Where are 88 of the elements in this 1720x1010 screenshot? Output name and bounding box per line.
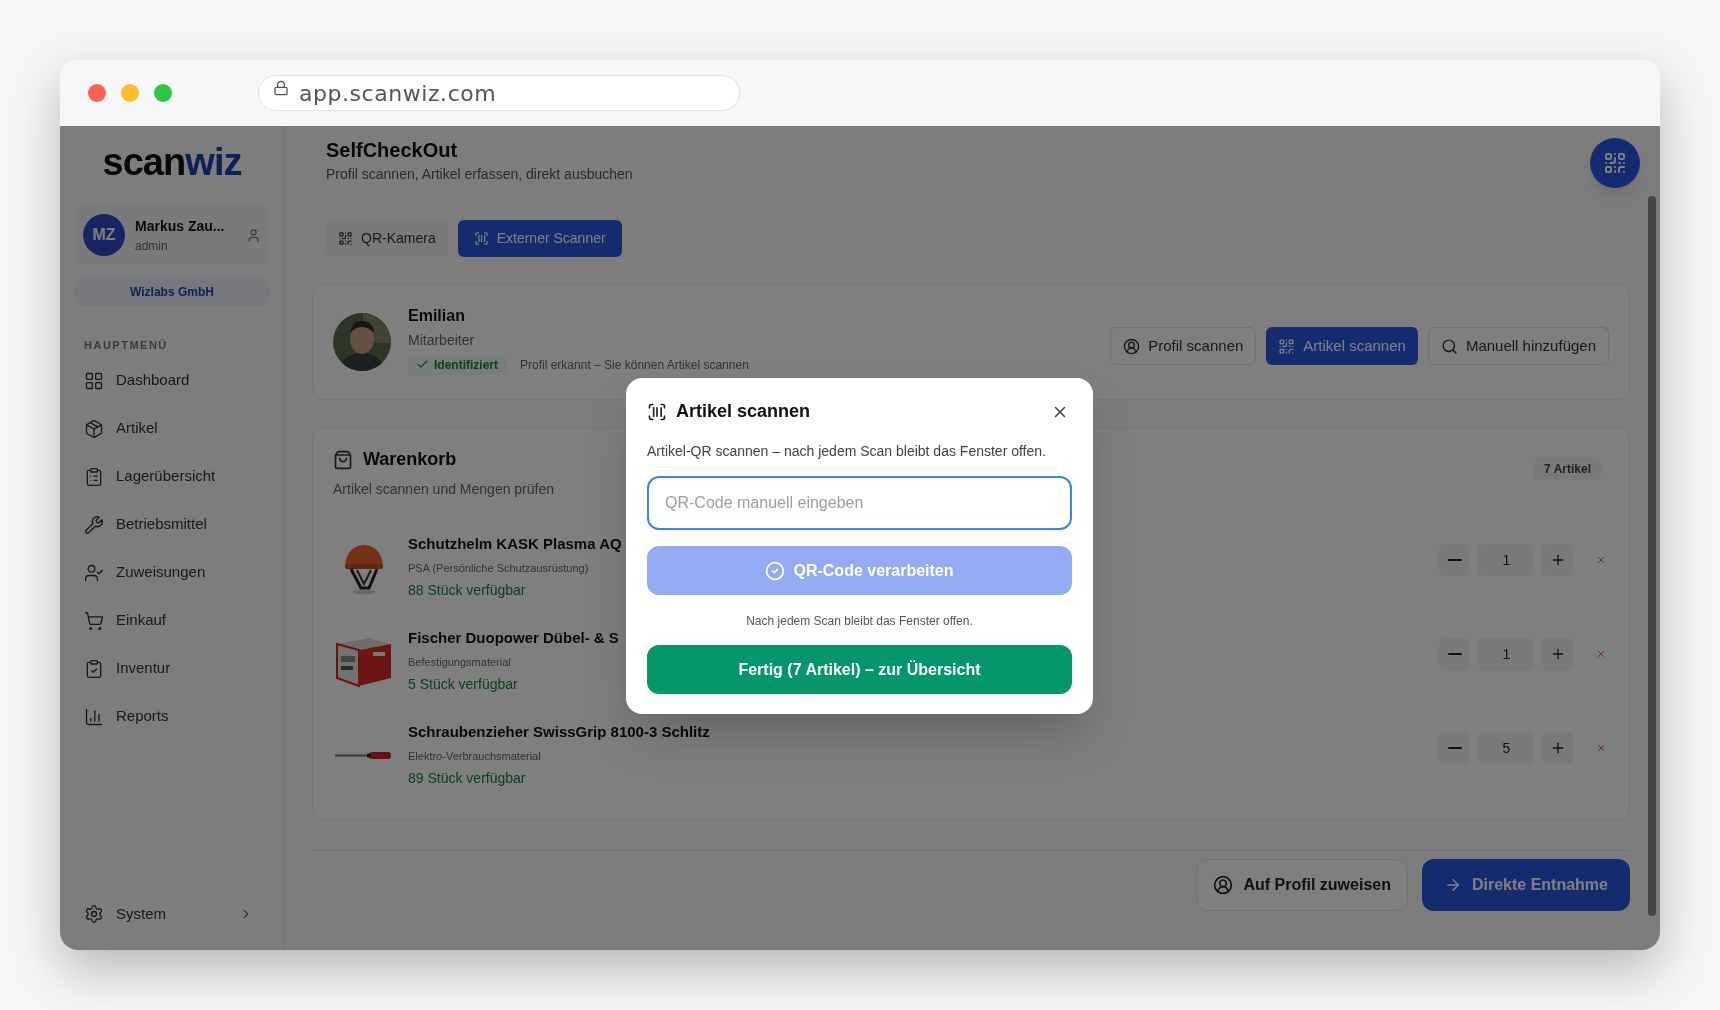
profile-action-button[interactable]: Profil scannen bbox=[1110, 327, 1257, 365]
increase-button[interactable] bbox=[1542, 544, 1574, 576]
lock-icon bbox=[273, 80, 289, 96]
cart-subtitle: Artikel scannen und Mengen prüfen bbox=[333, 480, 555, 499]
item-category: Befestigungsmaterial bbox=[408, 654, 511, 670]
nav-item[interactable]: Dashboard bbox=[75, 356, 269, 405]
url-text: app.scanwiz.com bbox=[299, 79, 497, 108]
assign-profile-button[interactable]: Auf Profil zuweisen bbox=[1196, 859, 1408, 911]
profile-role: Mitarbeiter bbox=[408, 330, 476, 350]
nav-item[interactable]: Artikel bbox=[75, 404, 269, 453]
system-menu-item[interactable]: System bbox=[75, 894, 269, 934]
increase-button[interactable] bbox=[1542, 638, 1574, 670]
page-subtitle: Profil scannen, Artikel erfassen, direkt ausbuchen bbox=[326, 165, 633, 184]
check-icon bbox=[416, 358, 429, 371]
increase-button[interactable] bbox=[1542, 732, 1574, 764]
item-availability: 89 Stück verfügbar bbox=[408, 769, 526, 788]
mode-tab[interactable]: Externer Scanner bbox=[457, 220, 622, 257]
box-icon bbox=[84, 418, 104, 439]
decrease-button[interactable] bbox=[1439, 544, 1471, 576]
organization-badge: Wizlabs GmbH bbox=[75, 277, 269, 306]
user-name: Markus Zau... bbox=[135, 216, 226, 236]
scan-icon bbox=[473, 231, 489, 246]
decrease-button[interactable] bbox=[1439, 732, 1471, 764]
item-name: Schutzhelm KASK Plasma AQ bbox=[408, 534, 622, 554]
nav-item[interactable]: Betriebsmittel bbox=[75, 500, 269, 549]
qr-code-input[interactable]: QR-Code manuell eingeben bbox=[647, 476, 1072, 530]
status-badge: Identifiziert bbox=[408, 354, 506, 375]
address-bar[interactable]: app.scanwiz.com bbox=[258, 75, 740, 111]
user-circle-icon bbox=[1123, 337, 1141, 355]
check-circle-icon bbox=[765, 560, 786, 581]
item-availability: 88 Stück verfügbar bbox=[408, 581, 526, 600]
minus-icon bbox=[1448, 559, 1462, 561]
dialog-note: Nach jedem Scan bleibt das Fenster offen. bbox=[745, 613, 974, 630]
qr-code-icon bbox=[1603, 151, 1627, 175]
nav-item[interactable]: Einkauf bbox=[75, 596, 269, 645]
profile-action-button[interactable]: Artikel scannen bbox=[1266, 327, 1418, 365]
user-role: admin bbox=[135, 237, 169, 255]
quantity-field[interactable]: 1 bbox=[1478, 638, 1535, 670]
user-icon bbox=[246, 227, 261, 243]
page-title: SelfCheckOut bbox=[326, 138, 459, 163]
close-icon bbox=[1596, 555, 1606, 565]
settings-icon bbox=[84, 904, 104, 924]
shopping-bag-icon bbox=[333, 449, 353, 470]
cart-icon bbox=[84, 610, 104, 631]
bar-chart-icon bbox=[84, 706, 104, 727]
close-icon bbox=[1596, 649, 1606, 659]
minus-icon bbox=[1448, 747, 1462, 749]
item-name: Fischer Duopower Dübel- & S bbox=[408, 628, 619, 648]
mode-tab[interactable]: QR-Kamera bbox=[326, 220, 448, 257]
user-circle-icon bbox=[1213, 875, 1234, 895]
direct-removal-button[interactable]: Direkte Entnahme bbox=[1421, 859, 1630, 911]
close-icon bbox=[1596, 743, 1606, 753]
quantity-field[interactable]: 5 bbox=[1478, 732, 1535, 764]
item-category: Elektro-Verbrauchsmaterial bbox=[408, 748, 541, 764]
qr-code-icon bbox=[338, 231, 353, 246]
dashboard-icon bbox=[84, 370, 104, 391]
user-check-icon bbox=[84, 562, 104, 583]
decrease-button[interactable] bbox=[1439, 638, 1471, 670]
dialog-title: Artikel scannen bbox=[676, 400, 811, 423]
minus-icon bbox=[1448, 653, 1462, 655]
nav-item[interactable]: Lagerübersicht bbox=[75, 452, 269, 501]
status-text: Profil erkannt – Sie können Artikel scannen bbox=[520, 356, 749, 374]
item-category: PSA (Persönliche Schutzausrüstung) bbox=[408, 560, 589, 576]
done-button[interactable]: Fertig (7 Artikel) – zur Übersicht bbox=[647, 645, 1072, 694]
clipboard-list-icon bbox=[84, 466, 104, 487]
scan-icon bbox=[647, 401, 667, 422]
user-avatar: MZ bbox=[83, 214, 125, 256]
section-label: HAUPTMENÜ bbox=[84, 338, 169, 353]
clipboard-check-icon bbox=[84, 658, 104, 679]
search-icon bbox=[1440, 337, 1458, 355]
item-count-badge: 7 Artikel bbox=[1534, 458, 1601, 480]
quantity-field[interactable]: 1 bbox=[1478, 544, 1535, 576]
item-availability: 5 Stück verfügbar bbox=[408, 675, 518, 694]
profile-name: Emilian bbox=[408, 305, 466, 326]
nav-item[interactable]: Reports bbox=[75, 692, 269, 741]
plus-icon bbox=[1550, 646, 1566, 662]
item-name: Schraubenzieher SwissGrip 8100-3 Schlitz bbox=[408, 722, 710, 742]
wrench-icon bbox=[84, 514, 104, 535]
dialog-description: Artikel-QR scannen – nach jedem Scan bleibt das Fenster offen. bbox=[647, 442, 1047, 461]
plus-icon bbox=[1550, 552, 1566, 568]
cart-title: Warenkorb bbox=[363, 448, 457, 471]
nav-item[interactable]: Zuweisungen bbox=[75, 548, 269, 597]
logo-text: scanwiz bbox=[102, 143, 242, 181]
qr-scan-button[interactable] bbox=[1590, 138, 1640, 188]
profile-action-button[interactable]: Manuell hinzufügen bbox=[1427, 327, 1609, 365]
plus-icon bbox=[1550, 740, 1566, 756]
nav-item[interactable]: Inventur bbox=[75, 644, 269, 693]
qr-code-icon bbox=[1278, 337, 1296, 355]
